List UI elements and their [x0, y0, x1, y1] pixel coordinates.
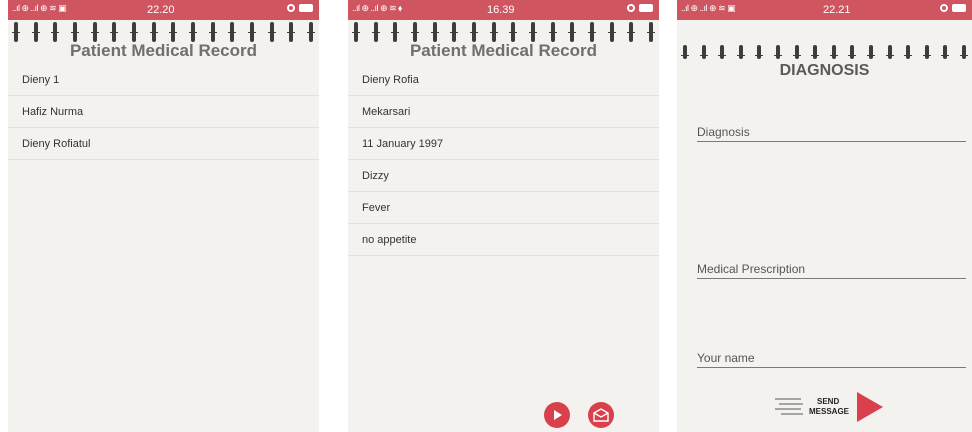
battery-icon — [639, 4, 653, 12]
prescription-field[interactable]: Medical Prescription — [697, 255, 966, 279]
send-mail-button[interactable] — [588, 402, 614, 428]
alarm-icon — [940, 4, 948, 12]
status-time: 22.20 — [147, 4, 175, 16]
patient-detail-screen: ..ıl ⊕ ..ıl ⊕ ≋ ⬧ 16.39 Patient Medical … — [348, 0, 659, 432]
battery-icon — [299, 4, 313, 12]
patient-detail-list: Dieny Rofia Mekarsari 11 January 1997 Di… — [348, 64, 659, 256]
signal-icons: ..ıl ⊕ ..ıl ⊕ ≋ ▣ — [681, 3, 736, 13]
page-title: Patient Medical Record — [409, 41, 598, 60]
status-bar: ..ıl ⊕ ..ıl ⊕ ≋ ⬧ 16.39 — [348, 0, 659, 20]
list-item[interactable]: Dieny Rofiatul — [8, 128, 319, 160]
alarm-icon — [627, 4, 635, 12]
name-field[interactable]: Your name — [697, 344, 966, 368]
diagnosis-field[interactable]: Diagnosis — [697, 118, 966, 142]
battery-icon — [952, 4, 966, 12]
status-time: 22.21 — [823, 4, 851, 16]
list-item[interactable]: Dieny 1 — [8, 64, 319, 96]
detail-name: Dieny Rofia — [348, 64, 659, 96]
detail-birthdate: 11 January 1997 — [348, 128, 659, 160]
patient-list-screen: ..ıl ⊕ ..ıl ⊕ ≋ ▣ 22.20 Patient Medical … — [8, 0, 319, 432]
status-bar: ..ıl ⊕ ..ıl ⊕ ≋ ▣ 22.20 — [8, 0, 319, 20]
detail-symptom: Fever — [348, 192, 659, 224]
page-title: DIAGNOSIS — [779, 62, 870, 79]
send-message-button[interactable]: SEND MESSAGE — [771, 388, 891, 426]
alarm-icon — [287, 4, 295, 12]
patient-list: Dieny 1 Hafiz Nurma Dieny Rofiatul — [8, 64, 319, 160]
notebook-rings — [681, 45, 968, 61]
detail-symptom: no appetite — [348, 224, 659, 256]
send-label-line1: SEND — [817, 397, 840, 406]
send-label-line2: MESSAGE — [809, 407, 850, 416]
play-icon — [554, 410, 562, 420]
signal-icons: ..ıl ⊕ ..ıl ⊕ ≋ ▣ — [12, 3, 67, 13]
status-time: 16.39 — [487, 4, 515, 16]
play-button[interactable] — [544, 402, 570, 428]
detail-address: Mekarsari — [348, 96, 659, 128]
detail-symptom: Dizzy — [348, 160, 659, 192]
status-bar: ..ıl ⊕ ..ıl ⊕ ≋ ▣ 22.21 — [677, 0, 972, 20]
signal-icons: ..ıl ⊕ ..ıl ⊕ ≋ ⬧ — [352, 3, 402, 13]
list-item[interactable]: Hafiz Nurma — [8, 96, 319, 128]
diagnosis-screen: ..ıl ⊕ ..ıl ⊕ ≋ ▣ 22.21 DIAGNOSIS Diagno… — [677, 0, 972, 432]
envelope-icon — [593, 408, 609, 422]
page-title: Patient Medical Record — [69, 41, 258, 60]
